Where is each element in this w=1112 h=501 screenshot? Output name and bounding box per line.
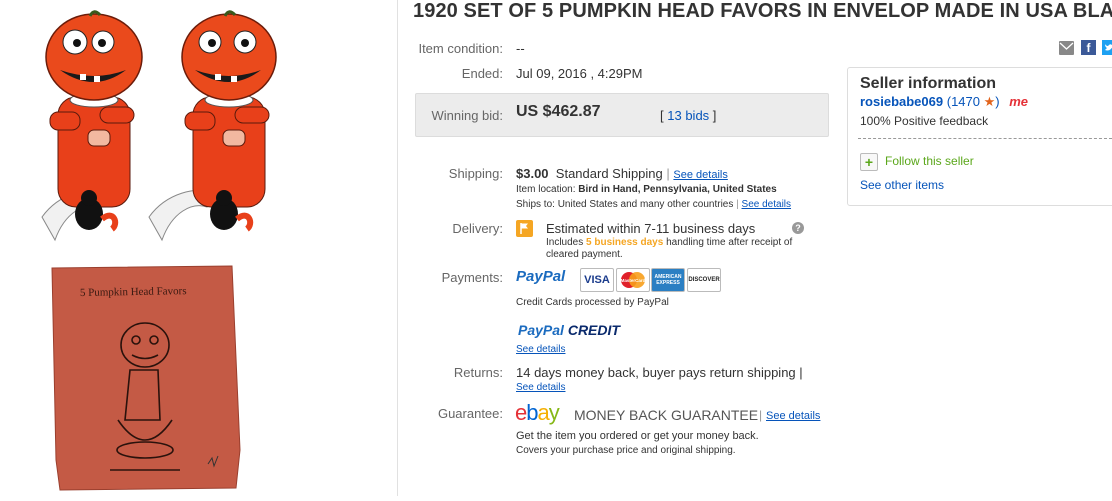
item-title: 1920 SET OF 5 PUMPKIN HEAD FAVORS IN ENV… bbox=[413, 0, 1112, 22]
item-condition-value: -- bbox=[516, 41, 525, 56]
seller-info-heading: Seller information bbox=[860, 75, 997, 92]
mastercard-icon: MasterCard bbox=[616, 268, 650, 292]
paypal-credit-brand: PayPal bbox=[518, 322, 564, 338]
shipping-see-details-link[interactable]: See details bbox=[673, 169, 727, 181]
shipping-line: $3.00 Standard Shipping | See details bbox=[516, 166, 728, 181]
item-location-value: Bird in Hand, Pennsylvania, United State… bbox=[578, 184, 777, 195]
bids-close-bracket: ] bbox=[712, 108, 717, 123]
me-badge-icon[interactable]: me bbox=[1009, 94, 1028, 109]
delivery-label: Delivery: bbox=[452, 221, 503, 236]
visa-icon: VISA bbox=[580, 268, 614, 292]
email-share-icon[interactable] bbox=[1059, 41, 1074, 55]
positive-feedback: 100% Positive feedback bbox=[860, 114, 989, 128]
paypal-logo: PayPal bbox=[516, 268, 566, 285]
envelope-label: 5 Pumpkin Head Favors bbox=[80, 285, 187, 299]
gallery-divider bbox=[397, 0, 398, 496]
returns-value: 14 days money back, buyer pays return sh… bbox=[516, 365, 803, 380]
guarantee-line2: Covers your purchase price and original … bbox=[516, 445, 736, 456]
item-location-label: Item location: bbox=[516, 184, 576, 195]
ships-to-value: United States and many other countries bbox=[557, 199, 734, 210]
item-location: Item location: Bird in Hand, Pennsylvani… bbox=[516, 184, 777, 195]
mastercard-label: MasterCard bbox=[621, 278, 646, 283]
amex-icon: AMERICAN EXPRESS bbox=[651, 268, 685, 292]
paypal-credit-see-details-link[interactable]: See details bbox=[516, 344, 565, 355]
ended-value: Jul 09, 2016 , 4:29PM bbox=[516, 66, 643, 81]
shipping-divider: | bbox=[666, 166, 670, 181]
item-condition-label: Item condition: bbox=[418, 41, 503, 56]
ebay-logo: ebay bbox=[515, 400, 560, 425]
discover-icon: DISCOVER bbox=[687, 268, 721, 292]
feedback-score-link[interactable]: 1470 bbox=[951, 94, 980, 109]
delivery-note: Includes 5 business days handling time a… bbox=[546, 237, 792, 248]
returns-see-details-link[interactable]: See details bbox=[516, 382, 565, 393]
paypal-credit-logo: PayPal CREDIT bbox=[518, 322, 620, 338]
twitter-share-icon[interactable] bbox=[1102, 40, 1112, 55]
guarantee-label: Guarantee: bbox=[437, 406, 503, 421]
item-photo[interactable]: 5 Pumpkin Head Favors bbox=[0, 0, 300, 496]
shipping-method: Standard Shipping bbox=[555, 166, 663, 181]
guarantee-see-details-link[interactable]: See details bbox=[766, 410, 820, 422]
item-image-gallery[interactable]: 5 Pumpkin Head Favors bbox=[0, 0, 300, 496]
guarantee-line1: Get the item you ordered or get your mon… bbox=[516, 430, 759, 442]
feedback-close-paren: ) bbox=[995, 94, 1000, 109]
help-icon[interactable]: ? bbox=[792, 222, 804, 234]
shipping-cost: $3.00 bbox=[516, 166, 549, 181]
ships-to-divider: | bbox=[736, 199, 739, 210]
bid-count: [ 13 bids ] bbox=[660, 108, 716, 123]
follow-plus-icon[interactable]: + bbox=[860, 153, 878, 171]
delivery-note-prefix: Includes bbox=[546, 237, 584, 248]
ships-to: Ships to: United States and many other c… bbox=[516, 199, 791, 210]
ships-to-see-details-link[interactable]: See details bbox=[742, 199, 791, 210]
delivery-value: Estimated within 7-11 business days bbox=[546, 221, 756, 236]
delivery-note-suffix: handling time after receipt of bbox=[666, 237, 793, 248]
facebook-share-icon[interactable]: f bbox=[1081, 40, 1096, 55]
seller-username-link[interactable]: rosiebabe069 bbox=[860, 94, 943, 109]
delivery-flag-icon bbox=[516, 220, 533, 237]
ended-label: Ended: bbox=[461, 66, 503, 81]
star-icon: ★ bbox=[983, 94, 996, 109]
bids-open-bracket: [ bbox=[660, 108, 664, 123]
credit-cards-note: Credit Cards processed by PayPal bbox=[516, 297, 669, 308]
payments-label: Payments: bbox=[441, 270, 503, 285]
paypal-credit-word: CREDIT bbox=[567, 322, 620, 338]
seller-divider bbox=[858, 138, 1112, 139]
delivery-note-line2: cleared payment. bbox=[546, 249, 623, 260]
returns-label: Returns: bbox=[453, 365, 503, 380]
see-other-items-link[interactable]: See other items bbox=[860, 178, 944, 192]
winning-bid-label: Winning bid: bbox=[431, 108, 503, 123]
winning-bid-value: US $462.87 bbox=[516, 103, 601, 120]
bids-link[interactable]: 13 bids bbox=[667, 108, 709, 123]
delivery-note-highlight: 5 business days bbox=[586, 237, 664, 248]
money-back-guarantee-text: MONEY BACK GUARANTEE bbox=[574, 407, 759, 423]
envelope-image: 5 Pumpkin Head Favors bbox=[51, 265, 241, 491]
shipping-label: Shipping: bbox=[448, 166, 503, 181]
follow-seller-link[interactable]: Follow this seller bbox=[885, 154, 974, 168]
ships-to-label: Ships to: bbox=[516, 199, 555, 210]
seller-name-row: rosiebabe069 (1470 ★) me bbox=[860, 94, 1028, 110]
guarantee-divider: | bbox=[759, 408, 763, 422]
